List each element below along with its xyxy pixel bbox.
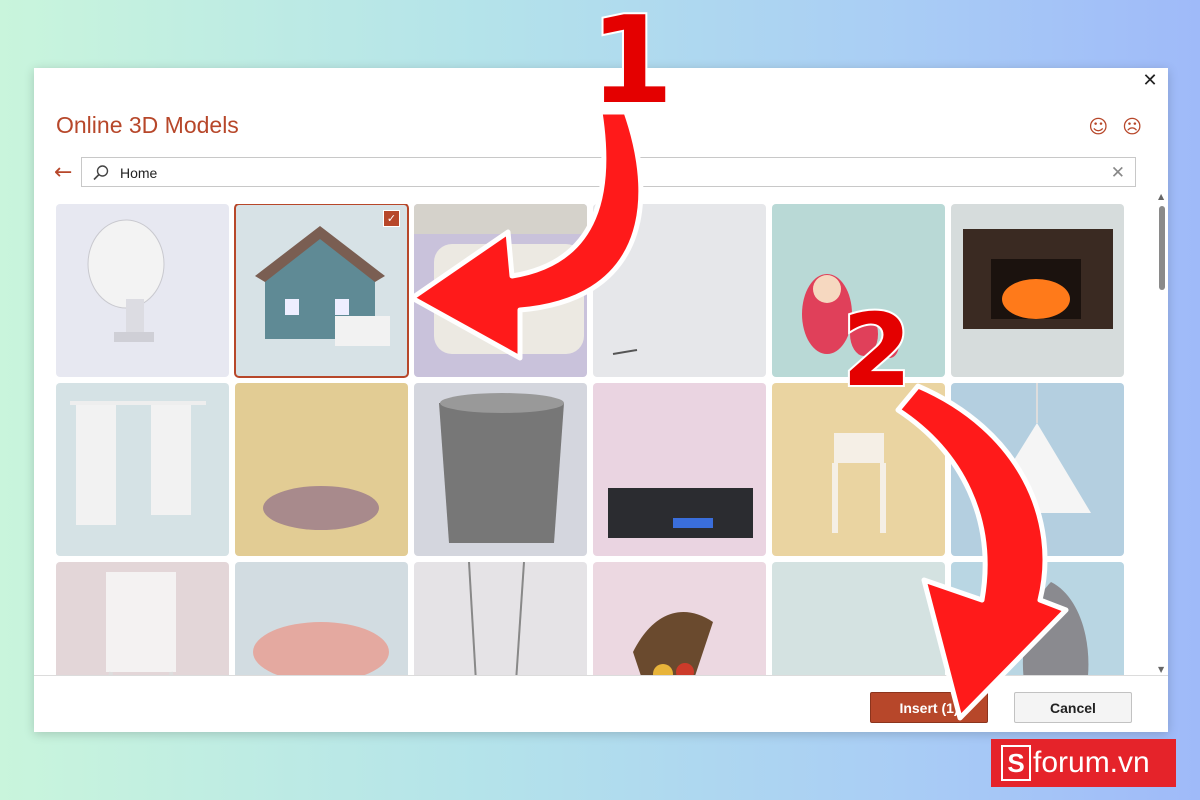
- model-tile-twisted-vase[interactable]: [951, 562, 1124, 676]
- scroll-up-icon[interactable]: ▲: [1158, 192, 1164, 201]
- step-number-2: 2: [840, 290, 914, 411]
- dialog-title: Online 3D Models: [56, 112, 239, 138]
- close-icon[interactable]: ✕: [1138, 70, 1162, 94]
- checkbox-icon[interactable]: ✓: [383, 210, 400, 227]
- brand-logo-s: S: [1001, 745, 1031, 781]
- insert-button[interactable]: Insert (1): [870, 692, 988, 723]
- search-box: ✕: [81, 157, 1136, 188]
- model-preview: [263, 486, 379, 530]
- scroll-thumb[interactable]: [1159, 206, 1165, 290]
- smile-icon[interactable]: ☺: [1088, 116, 1108, 138]
- back-arrow-icon[interactable]: ←: [54, 160, 72, 185]
- scroll-down-icon[interactable]: ▼: [1158, 665, 1164, 674]
- model-preview: [1022, 582, 1089, 676]
- brand-logo: S forum.vn: [991, 739, 1176, 787]
- model-tile-easel[interactable]: [56, 562, 229, 676]
- model-tile-basket-tray[interactable]: [235, 383, 408, 556]
- model-tile-small-object[interactable]: [593, 204, 766, 377]
- model-tile-waste-basket[interactable]: [414, 383, 587, 556]
- model-preview: [772, 562, 945, 676]
- model-preview: [981, 383, 1091, 513]
- model-tile-electronic-device[interactable]: [593, 383, 766, 556]
- model-preview: [608, 488, 753, 538]
- model-preview: [633, 612, 713, 676]
- model-preview: [963, 229, 1113, 329]
- search-icon: [93, 165, 109, 181]
- search-input[interactable]: [118, 158, 1102, 188]
- model-tile-curtains[interactable]: [56, 383, 229, 556]
- model-preview: [468, 562, 525, 676]
- model-tile-round-rug[interactable]: [235, 562, 408, 676]
- online-3d-models-dialog: ✕ Online 3D Models ☺ ☹ ← ✕ ✓ ▲ ▼ Insert …: [34, 68, 1168, 732]
- scrollbar[interactable]: ▲ ▼: [1156, 190, 1168, 674]
- cancel-button[interactable]: Cancel: [1014, 692, 1132, 723]
- model-tile-cornucopia[interactable]: [593, 562, 766, 676]
- model-preview: [106, 572, 176, 676]
- model-preview: [414, 204, 587, 354]
- model-tile-hanging-decor[interactable]: [414, 562, 587, 676]
- model-preview: [612, 349, 638, 355]
- model-preview: [439, 393, 564, 543]
- brand-logo-text: forum.vn: [1033, 746, 1150, 779]
- model-preview: [70, 401, 206, 525]
- model-tile-satellite-dish[interactable]: [56, 204, 229, 377]
- feedback-buttons: ☺ ☹: [1088, 116, 1142, 138]
- model-preview: [255, 226, 390, 346]
- dialog-footer: Insert (1) Cancel: [34, 675, 1168, 732]
- model-tile-plain-model[interactable]: [772, 562, 945, 676]
- model-tile-house[interactable]: ✓: [234, 204, 409, 378]
- model-tile-sofa[interactable]: [414, 204, 587, 377]
- clear-search-icon[interactable]: ✕: [1111, 163, 1125, 183]
- model-preview: [87, 219, 165, 342]
- step-number-1: 1: [588, 0, 675, 133]
- frown-icon[interactable]: ☹: [1122, 116, 1142, 138]
- model-preview: [253, 622, 389, 676]
- model-tile-pendant-lamp[interactable]: [951, 383, 1124, 556]
- model-tile-fireplace[interactable]: [951, 204, 1124, 377]
- model-grid: ✓: [56, 204, 1126, 676]
